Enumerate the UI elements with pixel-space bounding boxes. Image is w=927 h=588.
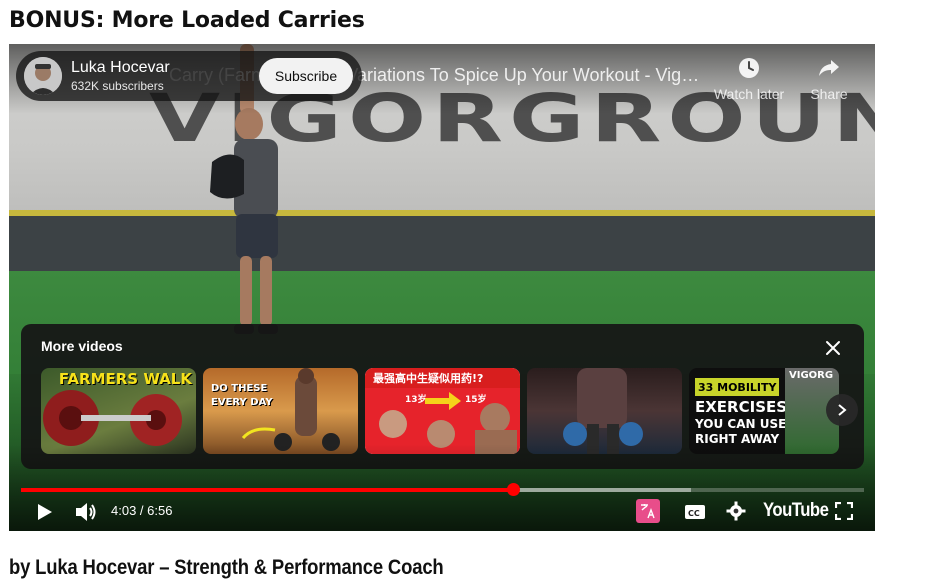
section-heading: BONUS: More Loaded Carries xyxy=(9,8,365,33)
wall-base xyxy=(9,216,875,271)
close-icon[interactable] xyxy=(821,336,845,360)
author-byline: by Luka Hocevar – Strength & Performance… xyxy=(9,556,444,579)
thumbnail-farmers-walk[interactable]: FARMERS WALK xyxy=(41,368,196,454)
translate-icon xyxy=(641,504,655,519)
thumbnail-badge: 33 MOBILITY xyxy=(695,378,780,396)
youtube-logo[interactable]: YouTube xyxy=(763,500,829,522)
channel-info-pill[interactable]: Luka Hocevar 632K subscribers Subscribe xyxy=(16,51,362,101)
subscriber-count: 632K subscribers xyxy=(71,79,164,93)
thumbnail-line2: EXERCISES xyxy=(695,398,788,416)
clock-icon xyxy=(739,58,759,78)
do-these-every-day-thumbnail-icon xyxy=(241,368,340,451)
watch-later-button[interactable]: Watch later xyxy=(709,56,789,102)
channel-avatar[interactable] xyxy=(24,57,62,95)
thumbnail-corner-text: VIGORG xyxy=(789,370,834,381)
gear-icon xyxy=(726,501,746,521)
kettlebell-thumbnail-icon xyxy=(563,368,643,454)
channel-name[interactable]: Luka Hocevar xyxy=(71,59,170,77)
captions-button[interactable]: CC xyxy=(684,501,706,523)
fullscreen-button[interactable] xyxy=(832,499,856,523)
auto-translate-button[interactable] xyxy=(636,499,660,523)
thumbnail-title: DO THESE EVERY DAY xyxy=(211,383,273,408)
thumbnail-age-right: 15岁 xyxy=(465,395,487,405)
share-arrow-icon xyxy=(819,60,839,76)
youtube-embed-player[interactable]: VIGORGROUND Carry (Farmers Walk) Variati… xyxy=(9,44,875,531)
chinese-title-thumbnail-icon xyxy=(365,388,520,454)
thumbnail-title: 33 MOBILITY xyxy=(698,381,777,394)
play-button[interactable] xyxy=(31,499,57,525)
svg-text:CC: CC xyxy=(688,509,700,518)
volume-button[interactable] xyxy=(71,499,101,525)
next-videos-button[interactable] xyxy=(826,394,858,426)
thumbnail-kettlebell[interactable] xyxy=(527,368,682,454)
share-button[interactable]: Share xyxy=(789,56,869,102)
chevron-right-icon xyxy=(838,404,847,416)
play-icon xyxy=(38,504,52,520)
fullscreen-icon xyxy=(835,502,853,520)
thumbnail-mobility[interactable]: 33 MOBILITY EXERCISES YOU CAN USE RIGHT … xyxy=(689,368,839,454)
subscribe-button[interactable]: Subscribe xyxy=(259,58,353,94)
settings-button[interactable] xyxy=(725,500,747,522)
thumbnail-age-left: 13岁 xyxy=(405,395,427,405)
closed-captions-icon: CC xyxy=(685,505,705,519)
volume-icon xyxy=(76,503,96,521)
thumbnail-do-these[interactable]: DO THESE EVERY DAY xyxy=(203,368,358,454)
thumbnail-chinese[interactable]: 最强高中生疑似用药!? 13岁 15岁 xyxy=(365,368,520,454)
avatar-image xyxy=(24,57,62,95)
watch-later-label: Watch later xyxy=(713,86,785,102)
more-videos-title: More videos xyxy=(41,338,123,354)
progress-bar[interactable] xyxy=(21,483,864,496)
progress-played xyxy=(21,488,514,492)
time-display: 4:03 / 6:56 xyxy=(111,503,173,518)
thumbnail-line3: YOU CAN USE xyxy=(695,417,787,431)
thumbnail-title: FARMERS WALK xyxy=(58,370,192,388)
share-label: Share xyxy=(810,86,848,102)
